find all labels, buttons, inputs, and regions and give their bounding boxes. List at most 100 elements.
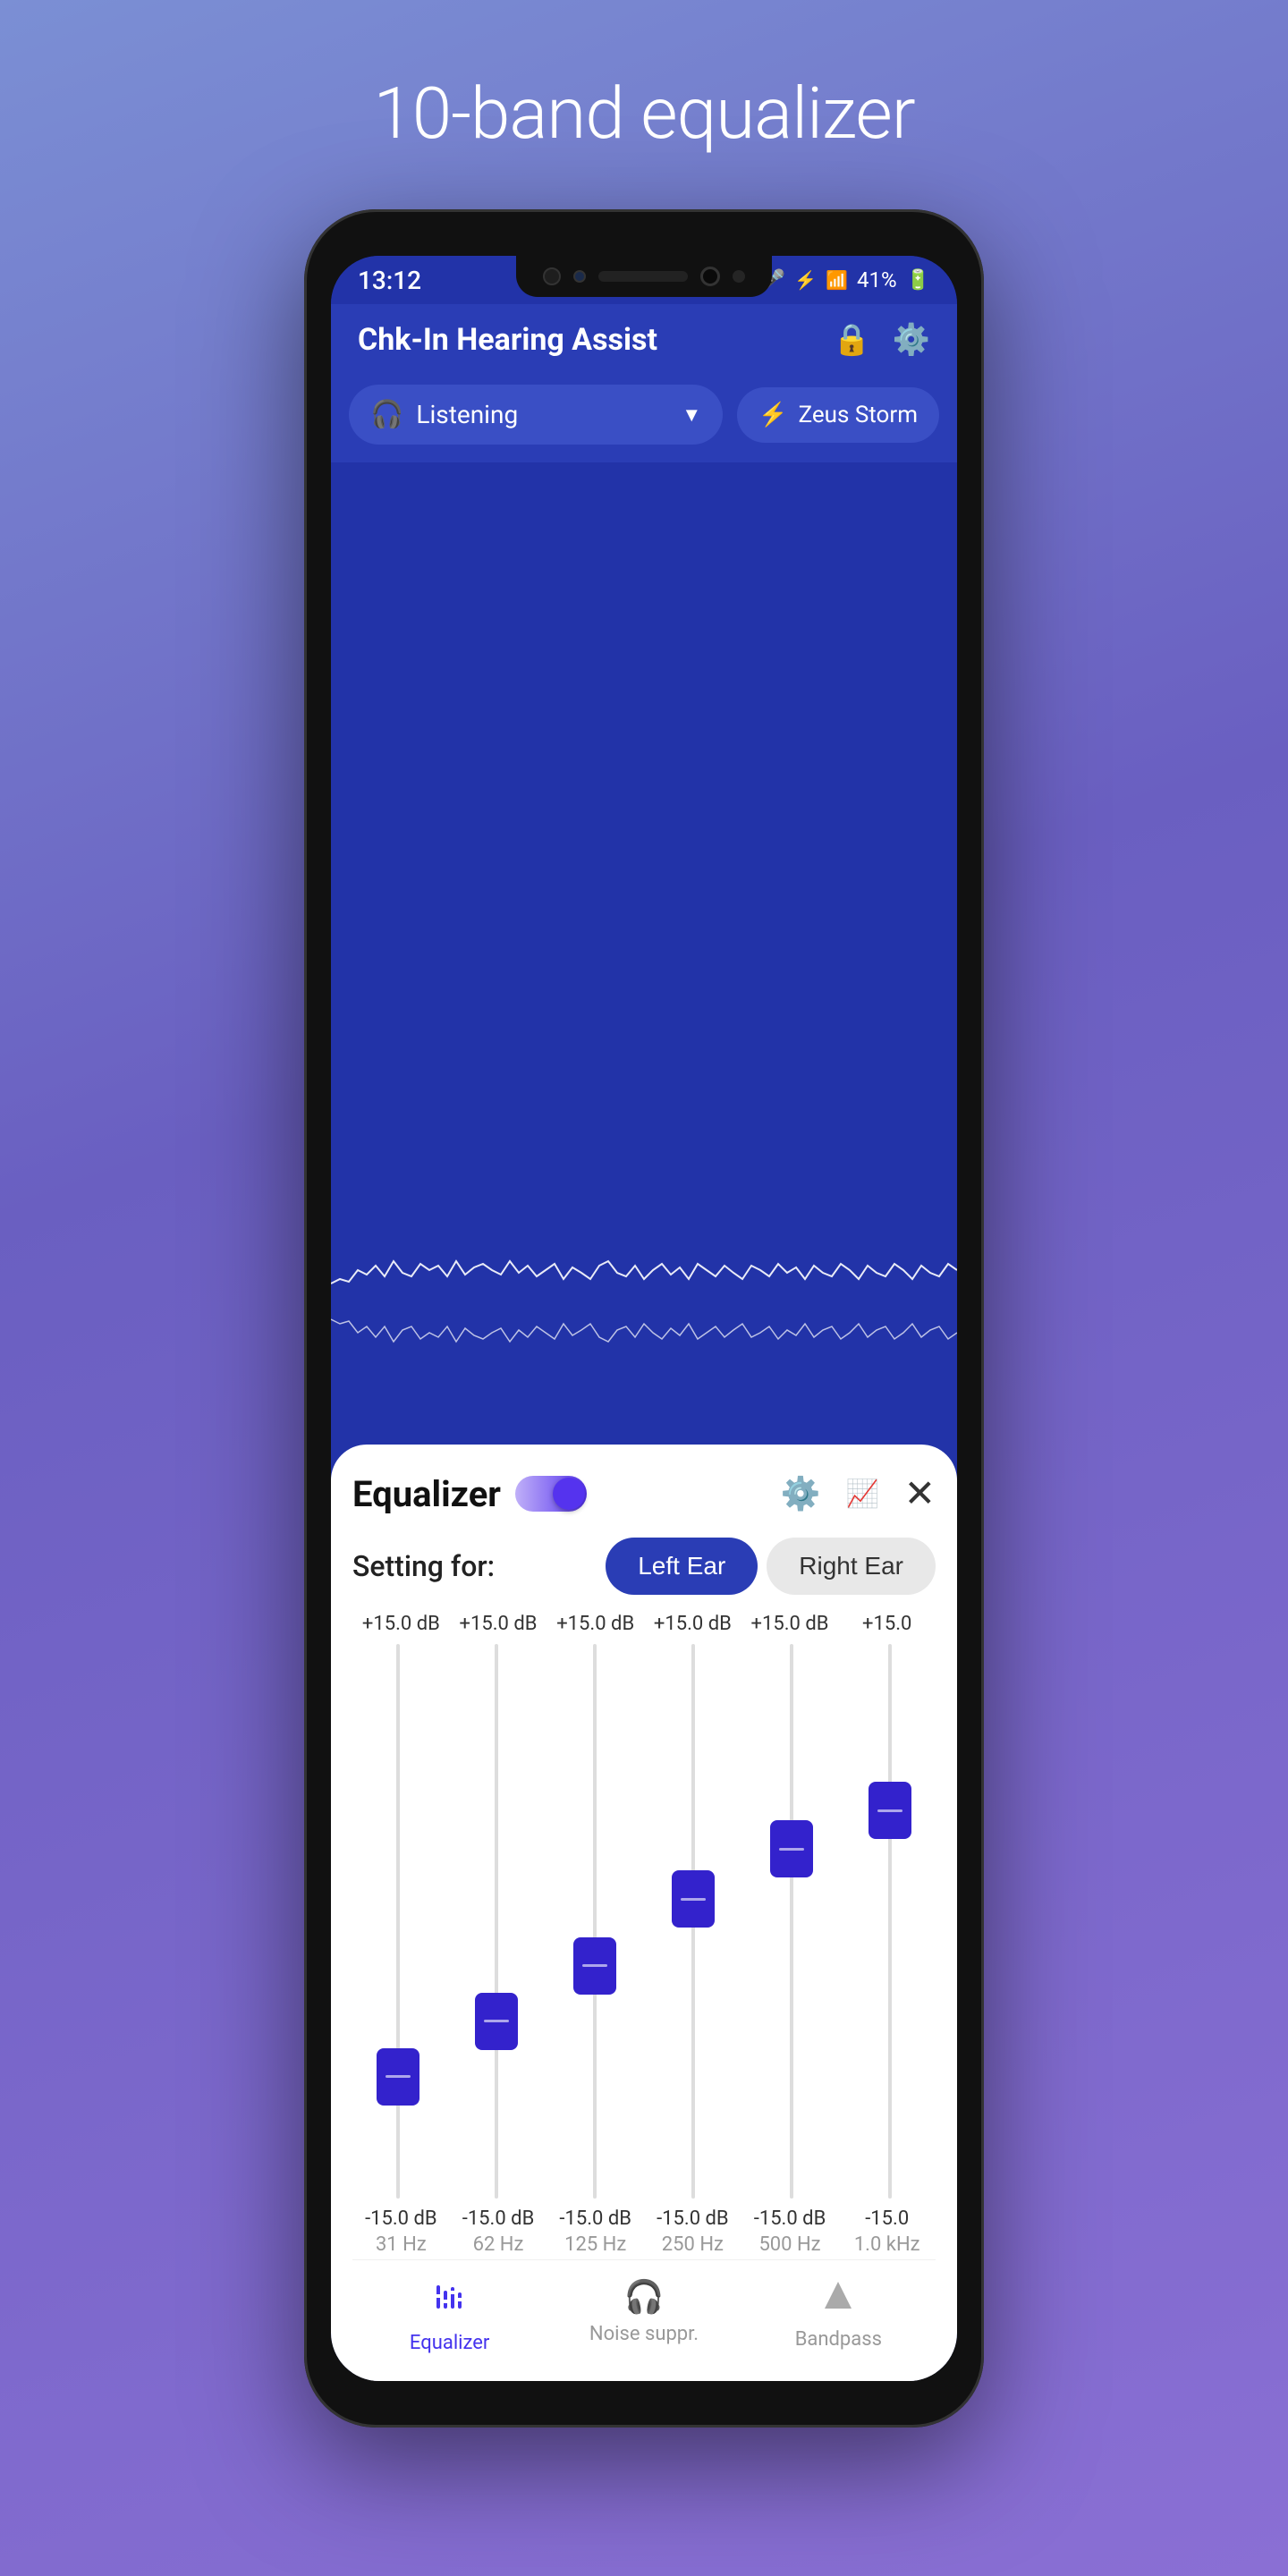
db-bottom-2: -15.0 dB [462, 2207, 535, 2230]
setting-for-row: Setting for: Left Ear Right Ear [352, 1538, 936, 1595]
phone-frame: 13:12 🖼 🎤 ⚡ 📶 41% 🔋 Chk-In Hearing Assis… [304, 209, 984, 2428]
eq-toggle[interactable] [515, 1476, 587, 1512]
eq-header: Equalizer ⚙️ 📈 ✕ [352, 1471, 936, 1516]
page-wrapper: 10-band equalizer 13:12 🖼 🎤 ⚡ 📶 [0, 0, 1288, 2576]
eq-title: Equalizer [352, 1473, 501, 1515]
bluetooth-device-button[interactable]: ⚡ Zeus Storm [737, 387, 939, 443]
bottom-labels-row: -15.0 dB 31 Hz -15.0 dB 62 Hz -15.0 dB 1… [352, 2199, 936, 2259]
band-slider-2[interactable] [447, 1644, 546, 2199]
bandpass-nav-icon [821, 2278, 855, 2321]
nav-item-equalizer[interactable]: Equalizer [352, 2278, 547, 2354]
hz-label-5: 500 Hz [758, 2233, 820, 2256]
status-time: 13:12 [358, 266, 421, 295]
hearing-icon: 🎧 [370, 399, 403, 430]
bluetooth-icon: ⚡ [758, 402, 787, 428]
battery-icon: 🔋 [906, 269, 930, 292]
waveform-area [331, 462, 957, 1445]
bluetooth-icon: ⚡ [794, 269, 817, 291]
signal-icon: 📶 [826, 269, 848, 291]
slider-track-line-1 [396, 1644, 400, 2199]
slider-track-line-3 [593, 1644, 597, 2199]
slider-track-line-2 [495, 1644, 498, 2199]
band-slider-6[interactable] [841, 1644, 939, 2199]
hero-title: 10-band equalizer [373, 72, 914, 156]
db-bottom-5: -15.0 dB [754, 2207, 826, 2230]
slider-thumb-3[interactable] [573, 1937, 616, 1995]
bottom-label-1: -15.0 dB 31 Hz [352, 2207, 450, 2256]
band-slider-4[interactable] [644, 1644, 742, 2199]
selfie-camera [700, 267, 720, 286]
left-ear-button[interactable]: Left Ear [606, 1538, 758, 1595]
slider-thumb-5[interactable] [770, 1820, 813, 1877]
noise-nav-icon: 🎧 [624, 2278, 665, 2316]
slider-thumb-4[interactable] [672, 1870, 715, 1928]
db-bottom-4: -15.0 dB [657, 2207, 729, 2230]
ear-buttons: Left Ear Right Ear [606, 1538, 936, 1595]
front-camera [543, 267, 561, 285]
bottom-label-2: -15.0 dB 62 Hz [450, 2207, 547, 2256]
header-icons: 🔒 ⚙️ [833, 322, 930, 358]
lock-refresh-icon[interactable]: 🔒 [833, 322, 870, 358]
slider-thumb-2[interactable] [475, 1993, 518, 2050]
slider-track-line-6 [888, 1644, 892, 2199]
bottom-label-3: -15.0 dB 125 Hz [547, 2207, 644, 2256]
phone-screen: 13:12 🖼 🎤 ⚡ 📶 41% 🔋 Chk-In Hearing Assis… [331, 256, 957, 2381]
earpiece [598, 271, 688, 282]
device-name: Zeus Storm [799, 402, 918, 428]
nav-item-noise[interactable]: 🎧 Noise suppr. [547, 2278, 741, 2354]
db-bottom-6: -15.0 [865, 2207, 909, 2230]
eq-settings-icon[interactable]: ⚙️ [781, 1475, 821, 1513]
db-bottom-1: -15.0 dB [365, 2207, 437, 2230]
chart-icon[interactable]: 📈 [845, 1479, 878, 1510]
app-header: Chk-In Hearing Assist 🔒 ⚙️ [331, 304, 957, 376]
eq-title-area: Equalizer [352, 1473, 587, 1515]
notch [516, 256, 772, 297]
eq-controls: ⚙️ 📈 ✕ [781, 1471, 936, 1516]
db-top-6: +15.0 [838, 1613, 936, 1635]
dropdown-arrow-icon: ▼ [682, 403, 701, 427]
db-top-2: +15.0 dB [450, 1613, 547, 1635]
band-slider-5[interactable] [742, 1644, 841, 2199]
eq-panel: Equalizer ⚙️ 📈 ✕ Setting for: [331, 1445, 957, 2381]
db-top-row: +15.0 dB +15.0 dB +15.0 dB +15.0 dB +15.… [352, 1613, 936, 1635]
hz-label-1: 31 Hz [376, 2233, 427, 2256]
bottom-label-6: -15.0 1.0 kHz [838, 2207, 936, 2256]
db-top-1: +15.0 dB [352, 1613, 450, 1635]
equalizer-nav-icon [431, 2278, 469, 2325]
band-slider-3[interactable] [546, 1644, 644, 2199]
nav-label-noise: Noise suppr. [589, 2323, 699, 2345]
band-slider-1[interactable] [349, 1644, 447, 2199]
slider-track-line-5 [790, 1644, 793, 2199]
sliders-container [349, 1644, 939, 2199]
db-top-4: +15.0 dB [644, 1613, 741, 1635]
db-top-3: +15.0 dB [547, 1613, 644, 1635]
proximity-sensor [733, 270, 745, 283]
db-bottom-3: -15.0 dB [559, 2207, 631, 2230]
bottom-label-4: -15.0 dB 250 Hz [644, 2207, 741, 2256]
close-icon[interactable]: ✕ [904, 1471, 936, 1516]
waveform-svg [331, 1212, 957, 1391]
mode-bar: 🎧 Listening ▼ ⚡ Zeus Storm [331, 376, 957, 462]
hz-label-4: 250 Hz [662, 2233, 724, 2256]
hz-label-3: 125 Hz [564, 2233, 626, 2256]
bottom-label-5: -15.0 dB 500 Hz [741, 2207, 839, 2256]
right-ear-button[interactable]: Right Ear [767, 1538, 936, 1595]
sensor [573, 270, 586, 283]
nav-item-bandpass[interactable]: Bandpass [741, 2278, 936, 2354]
setting-for-label: Setting for: [352, 1549, 495, 1583]
db-top-5: +15.0 dB [741, 1613, 839, 1635]
hz-label-6: 1.0 kHz [854, 2233, 920, 2256]
listening-label: Listening [416, 400, 518, 429]
nav-label-bandpass: Bandpass [795, 2328, 882, 2351]
nav-label-equalizer: Equalizer [410, 2332, 489, 2354]
hz-label-2: 62 Hz [473, 2233, 524, 2256]
slider-track-line-4 [691, 1644, 695, 2199]
settings-icon[interactable]: ⚙️ [893, 322, 930, 358]
listening-dropdown[interactable]: 🎧 Listening ▼ [349, 385, 723, 445]
slider-thumb-1[interactable] [377, 2048, 419, 2106]
bottom-nav: Equalizer 🎧 Noise suppr. Bandpass [352, 2259, 936, 2381]
eq-toggle-knob [553, 1478, 585, 1510]
app-title: Chk-In Hearing Assist [358, 322, 657, 358]
slider-thumb-6[interactable] [869, 1782, 911, 1839]
battery-text: 41% [857, 267, 897, 292]
